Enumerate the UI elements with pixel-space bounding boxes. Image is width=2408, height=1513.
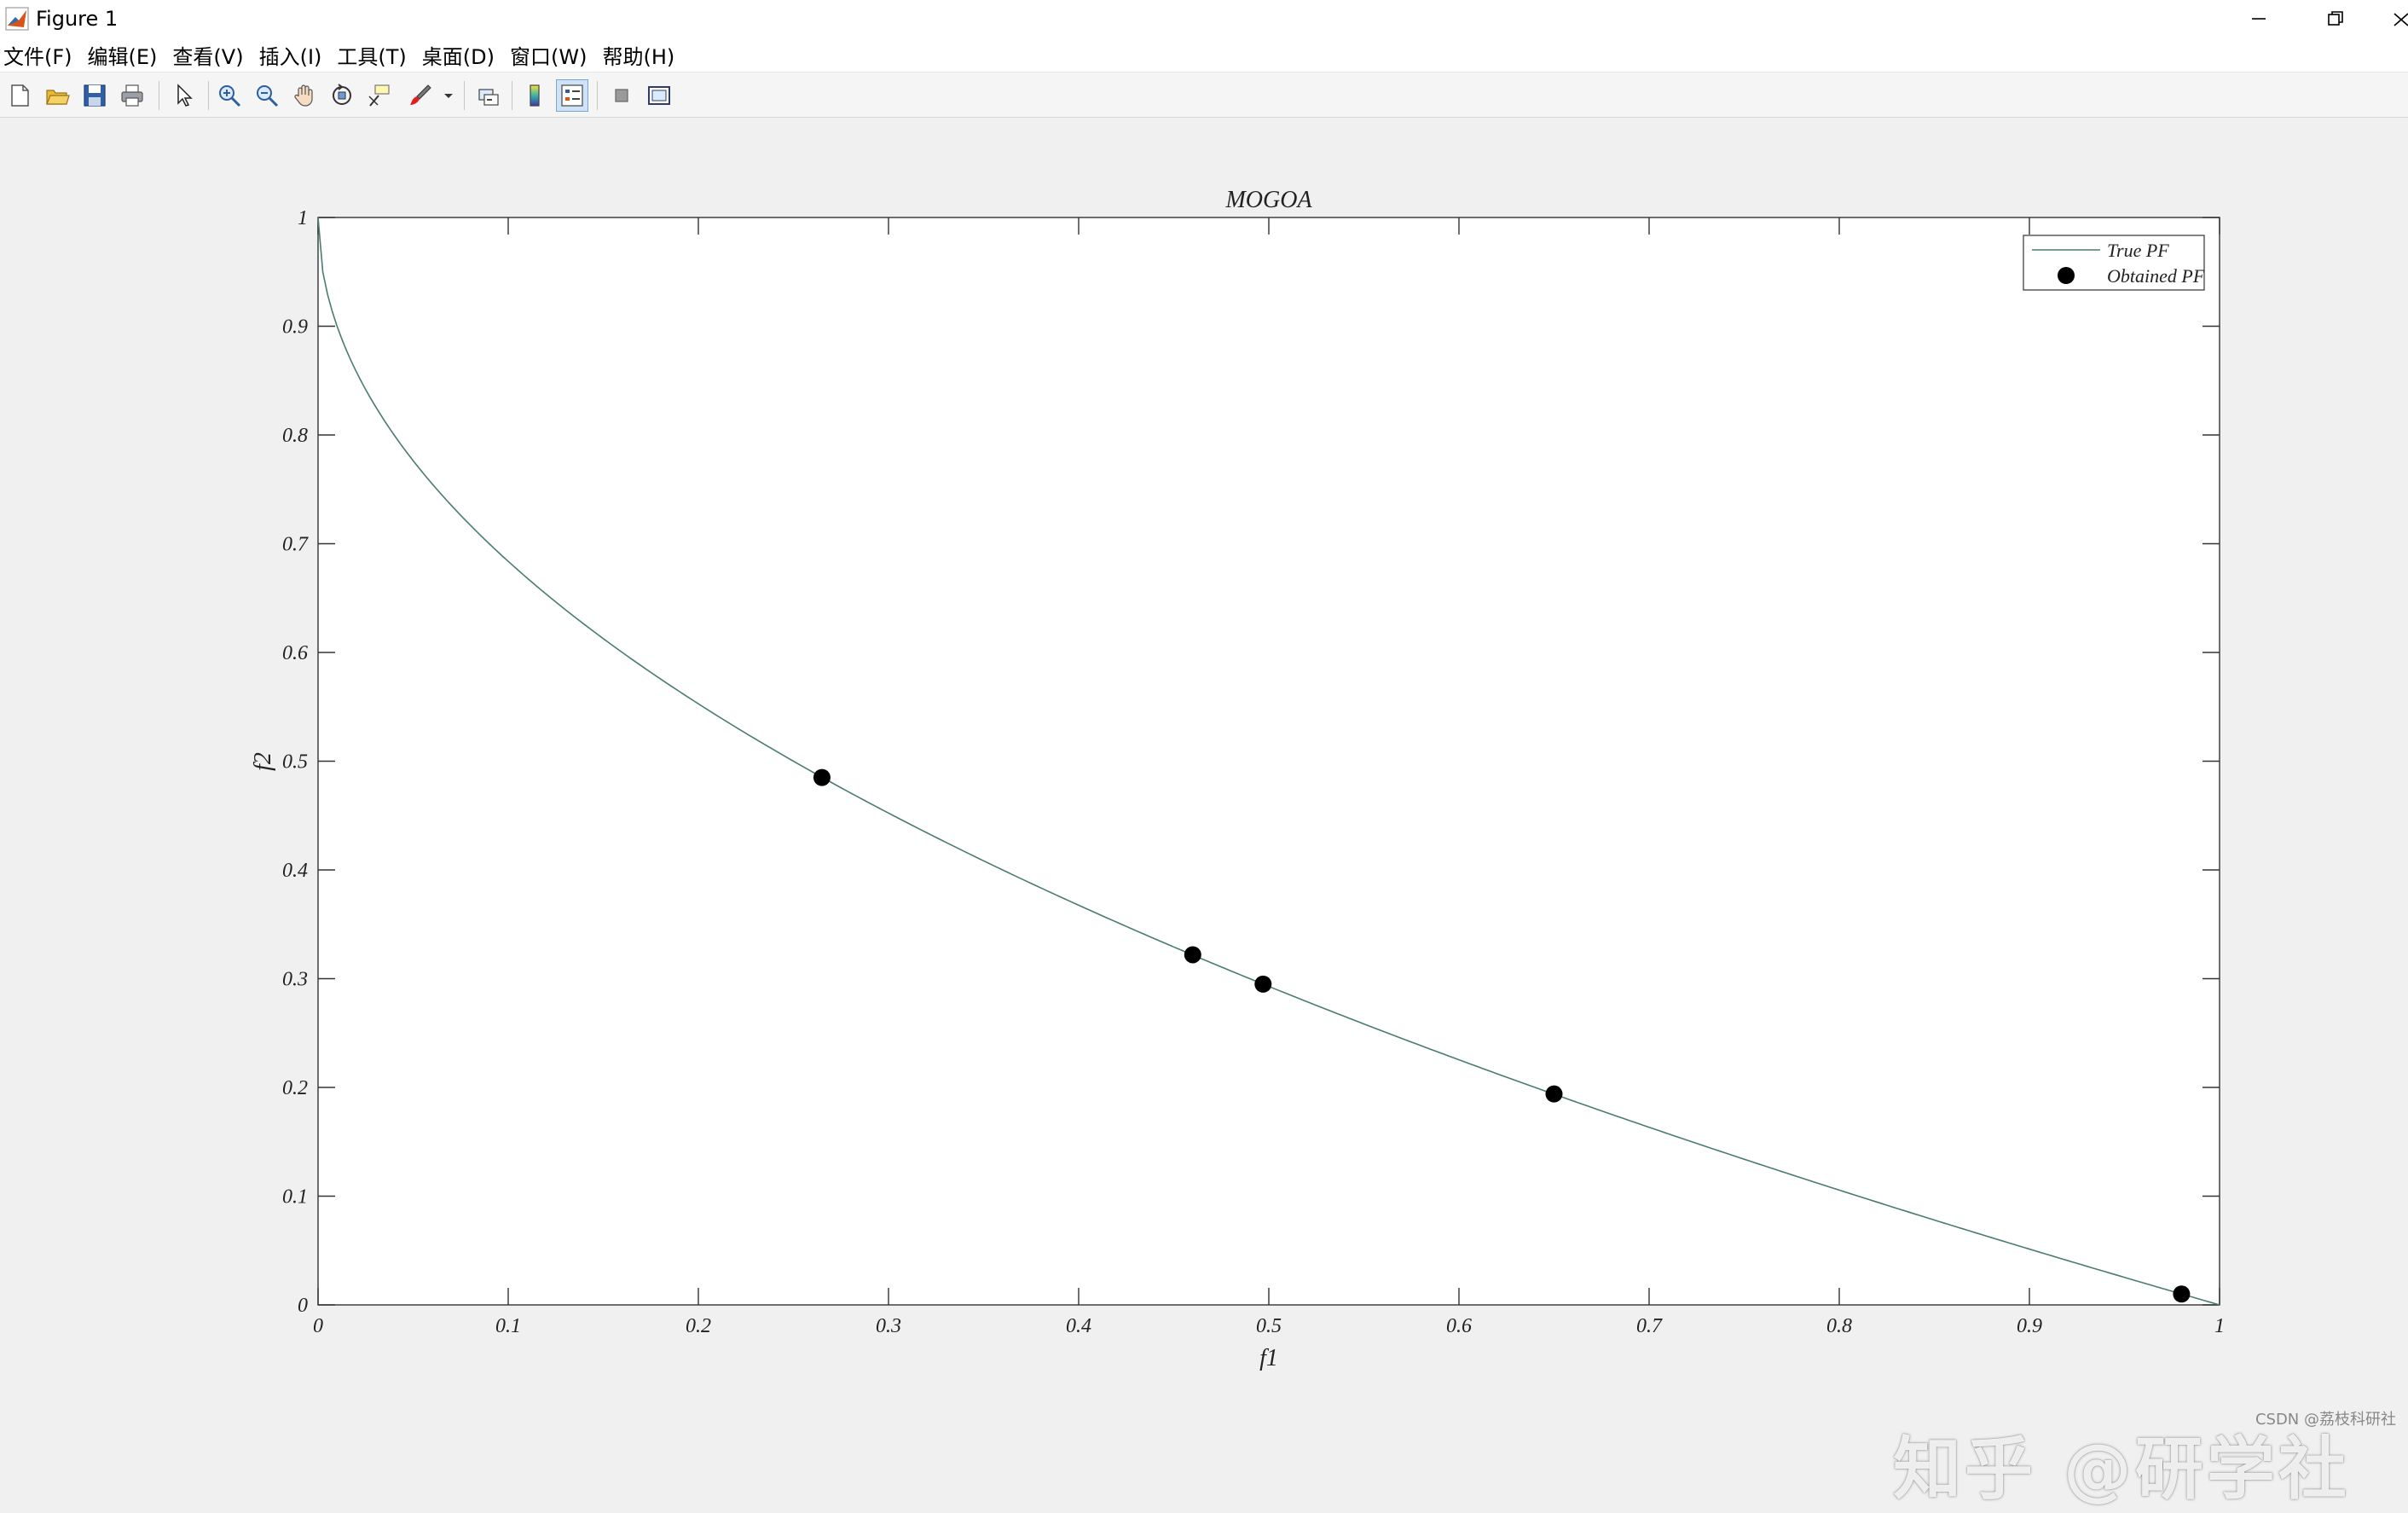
menu-desktop[interactable]: 桌面(D) <box>422 40 495 70</box>
rotate-3d-icon <box>333 84 351 105</box>
y-tick-label: 0.5 <box>282 751 308 774</box>
x-tick-label: 0.9 <box>2017 1315 2042 1337</box>
x-tick-label: 0.5 <box>1256 1315 1282 1337</box>
restore-icon <box>2328 11 2343 26</box>
link-plot-icon <box>478 89 499 106</box>
legend-obtained-pf-swatch <box>2058 267 2075 284</box>
y-tick-label: 1 <box>298 207 308 229</box>
zoom-out-icon <box>257 85 279 107</box>
menu-bar: 文件(F) 编辑(E) 查看(V) 插入(I) 工具(T) 桌面(D) 窗口(W… <box>0 38 2408 72</box>
menu-file[interactable]: 文件(F) <box>3 40 72 70</box>
csdn-credit: CSDN @荔枝科研社 <box>2255 1411 2396 1429</box>
x-tick-label: 0.2 <box>686 1315 711 1337</box>
save-icon <box>84 84 106 107</box>
zoom-out-button[interactable] <box>251 79 283 112</box>
y-tick-label: 0 <box>298 1295 308 1317</box>
figure-toolbar <box>0 72 2408 118</box>
legend-icon <box>561 84 583 107</box>
x-tick-label: 0.7 <box>1636 1315 1663 1337</box>
legend-button[interactable] <box>556 79 588 112</box>
menu-tools[interactable]: 工具(T) <box>337 40 406 70</box>
legend-true-pf-label: True PF <box>2107 240 2169 261</box>
zoom-in-icon <box>219 85 241 107</box>
y-tick-label: 0.1 <box>282 1186 308 1209</box>
y-tick-label: 0.9 <box>282 316 308 339</box>
x-tick-label: 0.8 <box>1826 1315 1852 1337</box>
matlab-logo-icon <box>5 7 29 31</box>
colorbar-icon <box>530 84 540 107</box>
colorbar-button[interactable] <box>518 79 551 112</box>
data-cursor-button[interactable] <box>363 79 396 112</box>
y-tick-label: 0.2 <box>282 1077 308 1099</box>
y-axis-label: f2 <box>250 752 276 771</box>
brush-button[interactable] <box>404 79 437 112</box>
save-button[interactable] <box>78 79 111 112</box>
zoom-in-button[interactable] <box>213 79 246 112</box>
minimize-icon <box>2252 18 2266 20</box>
obtained-pf-point <box>1545 1085 1563 1103</box>
link-plot-button[interactable] <box>472 79 505 112</box>
restore-button[interactable] <box>2297 0 2374 38</box>
data-cursor-icon <box>368 84 390 107</box>
menu-help[interactable]: 帮助(H) <box>602 40 674 70</box>
edit-plot-button[interactable] <box>167 79 200 112</box>
hide-plot-tools-button[interactable] <box>605 79 638 112</box>
legend-obtained-pf-label: Obtained PF <box>2107 265 2205 287</box>
pan-hand-icon <box>294 84 313 107</box>
x-axis-label: f1 <box>1259 1345 1278 1371</box>
show-plot-tools-icon <box>648 86 670 105</box>
y-tick-label: 0.8 <box>282 425 308 447</box>
x-tick-label: 0.3 <box>876 1315 901 1337</box>
hide-plot-tools-icon <box>615 89 628 102</box>
y-tick-label: 0.7 <box>282 534 309 556</box>
close-icon <box>2394 13 2408 26</box>
new-figure-button[interactable] <box>3 79 36 112</box>
pan-button[interactable] <box>288 79 321 112</box>
minimize-button[interactable] <box>2220 0 2297 38</box>
pareto-front-plot[interactable]: 0 0.1 0.2 0.3 0.4 0.5 0.6 0.7 0.8 0.9 1 0 0.1 0.2 0.3 0… <box>0 118 2408 1436</box>
x-tick-label: 0.6 <box>1446 1315 1472 1337</box>
chevron-down-icon <box>444 94 453 98</box>
menu-window[interactable]: 窗口(W) <box>510 40 587 70</box>
menu-edit[interactable]: 编辑(E) <box>88 40 158 70</box>
brush-icon <box>410 84 431 105</box>
open-file-icon <box>46 90 70 105</box>
legend[interactable]: True PF Obtained PF <box>2023 235 2205 291</box>
axes-background <box>317 217 2220 1306</box>
brush-dropdown[interactable] <box>440 79 457 112</box>
print-button[interactable] <box>116 79 148 112</box>
obtained-pf-point <box>813 768 831 786</box>
close-button[interactable] <box>2374 0 2408 38</box>
figure-canvas[interactable]: 0 0.1 0.2 0.3 0.4 0.5 0.6 0.7 0.8 0.9 1 0 0.1 0.2 0.3 0… <box>0 118 2408 1509</box>
menu-view[interactable]: 查看(V) <box>172 40 243 70</box>
new-figure-icon <box>11 84 29 107</box>
y-tick-label: 0.6 <box>282 642 308 664</box>
y-tick-label: 0.3 <box>282 969 308 991</box>
x-tick-label: 0 <box>313 1315 323 1337</box>
x-tick-label: 1 <box>2214 1315 2225 1337</box>
chart-title: MOGOA <box>1224 187 1312 213</box>
open-file-button[interactable] <box>41 79 73 112</box>
show-plot-tools-button[interactable] <box>643 79 675 112</box>
obtained-pf-point <box>1254 975 1272 993</box>
menu-insert[interactable]: 插入(I) <box>259 40 322 70</box>
print-icon <box>121 84 143 107</box>
obtained-pf-point <box>1184 946 1201 964</box>
y-tick-label: 0.4 <box>282 860 308 882</box>
window-titlebar: Figure 1 <box>0 0 2408 38</box>
x-tick-label: 0.4 <box>1066 1315 1091 1337</box>
window-title: Figure 1 <box>36 7 119 31</box>
pointer-icon <box>177 84 193 107</box>
obtained-pf-point <box>2173 1285 2191 1303</box>
x-tick-label: 0.1 <box>495 1315 521 1337</box>
rotate-3d-button[interactable] <box>326 79 358 112</box>
